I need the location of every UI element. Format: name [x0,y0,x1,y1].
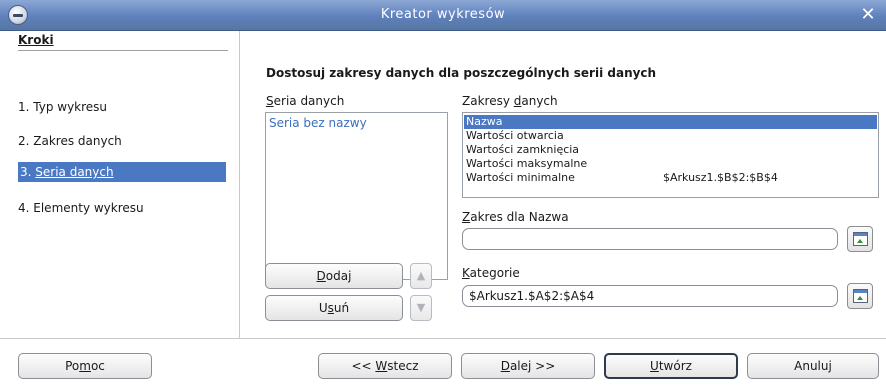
categories-label: Kategorie [462,266,520,280]
step-label: Seria danych [35,165,114,179]
range-for-label: Zakres dla Nazwa [462,210,569,224]
page-title: Dostosuj zakresy danych dla poszczególny… [266,66,657,80]
step-data-range[interactable]: 2. Zakres danych [18,131,122,151]
range-row-min[interactable]: Wartości minimalne $Arkusz1.$B$2:$B$4 [464,171,877,185]
move-up-button[interactable]: ▲ [410,263,432,289]
next-button[interactable]: Dalej >> [461,353,595,379]
select-categories-range-button[interactable] [847,283,873,309]
categories-field[interactable]: $Arkusz1.$A$2:$A$4 [462,285,838,307]
select-range-button[interactable] [847,226,873,252]
close-icon[interactable]: ✕ [858,5,878,25]
help-button[interactable]: Pomoc [18,353,152,379]
main-panel: Dostosuj zakresy danych dla poszczególny… [241,31,886,338]
title-bar: Kreator wykresów ✕ [0,0,886,31]
step-data-series[interactable]: 3. Seria danych [18,162,226,182]
range-row-name[interactable]: Nazwa [464,115,877,129]
steps-panel [0,31,240,338]
window-title: Kreator wykresów [380,7,506,22]
move-down-button[interactable]: ▼ [410,295,432,321]
step-chart-type[interactable]: 1. Typ wykresu [18,97,107,117]
data-ranges-list[interactable]: Nazwa Wartości otwarcia Wartości zamknię… [462,112,879,198]
step-number: 3. [20,165,36,179]
cancel-button[interactable]: Anuluj [747,353,879,379]
list-item[interactable]: Seria bez nazwy [269,116,367,130]
add-series-button[interactable]: Dodaj [265,263,403,289]
range-for-field[interactable] [462,228,838,250]
steps-heading: Kroki [18,33,54,47]
range-row-max[interactable]: Wartości maksymalne [464,157,877,171]
step-chart-elements[interactable]: 4. Elementy wykresu [18,198,144,218]
range-row-open[interactable]: Wartości otwarcia [464,129,877,143]
series-label: Seria danych [266,94,345,108]
series-list[interactable]: Seria bez nazwy [265,112,448,280]
range-row-close[interactable]: Wartości zamknięcia [464,143,877,157]
divider [18,50,228,51]
ranges-label: Zakresy danych [462,94,558,108]
back-button[interactable]: << Wstecz [318,353,452,379]
remove-series-button[interactable]: Usuń [265,295,403,321]
finish-button[interactable]: Utwórz [604,353,738,379]
